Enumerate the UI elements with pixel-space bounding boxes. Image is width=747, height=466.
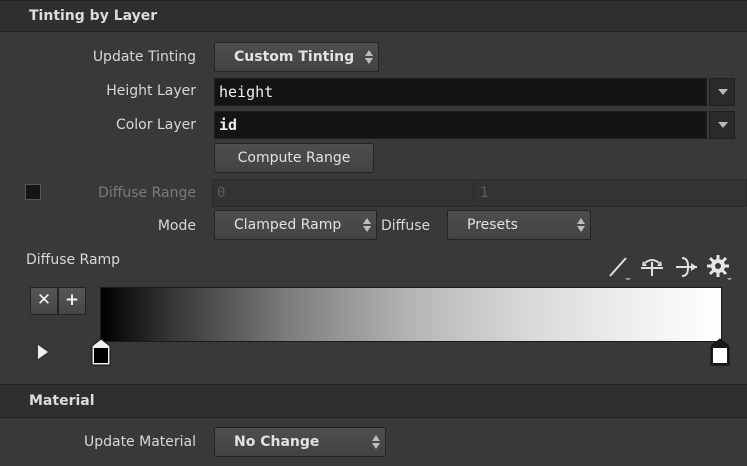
- update-tinting-label: Update Tinting: [92, 49, 196, 65]
- gear-icon[interactable]: [706, 254, 732, 280]
- color-layer-label: Color Layer: [115, 117, 196, 133]
- compute-range-button[interactable]: Compute Range: [214, 143, 374, 173]
- height-layer-label: Height Layer: [106, 83, 196, 99]
- mode-menu[interactable]: Clamped Ramp: [214, 210, 377, 240]
- ramp-key-start[interactable]: [91, 338, 111, 366]
- diffuse-range-min-field[interactable]: 0: [212, 179, 474, 207]
- menu-arrows-icon: [363, 217, 371, 233]
- interpolation-line-icon[interactable]: [606, 254, 632, 280]
- diffuse-ramp-gradient[interactable]: [100, 287, 722, 342]
- menu-arrows-icon: [577, 217, 585, 233]
- diffuse-label: Diffuse: [381, 218, 431, 234]
- update-material-menu[interactable]: No Change: [214, 427, 386, 457]
- section-title-tinting: Tinting by Layer: [29, 8, 158, 24]
- update-material-value: No Change: [234, 434, 320, 450]
- menu-arrows-icon: [372, 434, 380, 450]
- diffuse-range-max-field[interactable]: 1: [475, 179, 747, 207]
- diffuse-range-label: Diffuse Range: [98, 185, 196, 201]
- expand-triangle-icon[interactable]: [37, 345, 49, 359]
- mode-label: Mode: [157, 218, 196, 234]
- diffuse-ramp-label: Diffuse Ramp: [26, 252, 121, 268]
- update-tinting-value: Custom Tinting: [234, 49, 355, 65]
- add-key-button[interactable]: +: [58, 287, 86, 315]
- color-layer-dropdown-icon[interactable]: [709, 111, 735, 139]
- presets-menu[interactable]: Presets: [447, 210, 591, 240]
- ramp-key-end[interactable]: [710, 338, 730, 366]
- spread-icon[interactable]: [673, 254, 699, 280]
- height-layer-dropdown-icon[interactable]: [709, 78, 735, 106]
- update-material-label: Update Material: [83, 434, 196, 450]
- update-tinting-menu[interactable]: Custom Tinting: [214, 42, 379, 72]
- section-header-material[interactable]: Material: [0, 384, 747, 418]
- mode-value: Clamped Ramp: [234, 217, 342, 233]
- remove-key-button[interactable]: ✕: [30, 287, 58, 315]
- flip-icon[interactable]: [639, 254, 665, 280]
- presets-value: Presets: [467, 217, 518, 233]
- menu-arrows-icon: [365, 49, 373, 65]
- section-header-tinting[interactable]: Tinting by Layer: [0, 0, 747, 32]
- color-layer-field[interactable]: id: [214, 111, 707, 139]
- section-title-material: Material: [29, 393, 95, 409]
- height-layer-field[interactable]: height: [214, 78, 707, 106]
